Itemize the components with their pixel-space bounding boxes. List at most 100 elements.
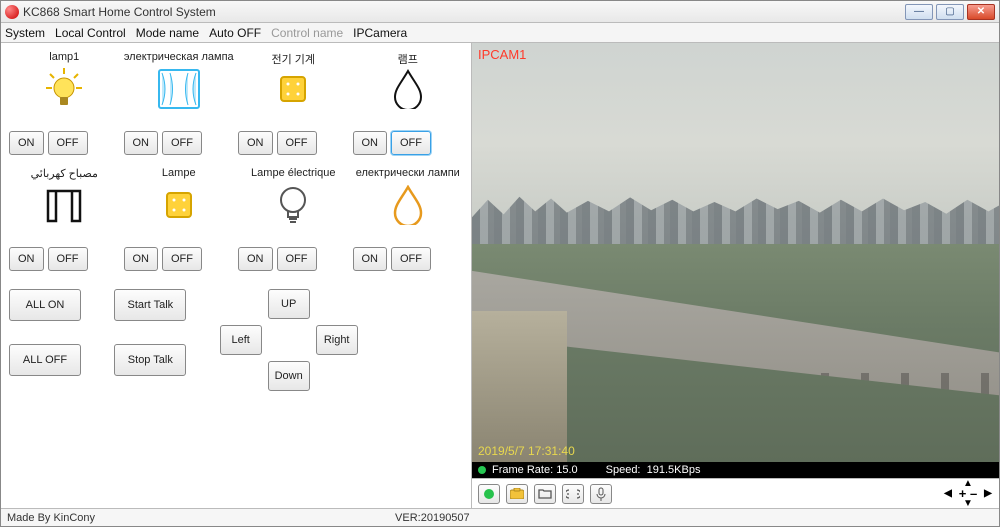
- left-button[interactable]: Left: [220, 325, 262, 355]
- device-cell: lamp1: [9, 51, 120, 117]
- stop-talk-cell: Stop Talk: [114, 344, 215, 391]
- dpad-cell: UP Left Right Down: [220, 289, 358, 391]
- drop-outline-icon: [386, 67, 430, 111]
- minimize-button[interactable]: —: [905, 4, 933, 20]
- square-icon: [271, 67, 315, 111]
- pan-left-icon[interactable]: ◀: [944, 488, 952, 499]
- menu-mode-name[interactable]: Mode name: [136, 26, 199, 40]
- titlebar: KC868 Smart Home Control System — ▢ ✕: [1, 1, 999, 23]
- all-off-cell: ALL OFF: [9, 344, 110, 391]
- folder-button[interactable]: [534, 484, 556, 504]
- window-buttons: — ▢ ✕: [905, 4, 995, 20]
- gate-icon: [42, 183, 86, 227]
- up-button[interactable]: UP: [268, 289, 310, 319]
- off-button[interactable]: OFF: [48, 247, 88, 271]
- device-label: електрически лампи: [356, 167, 460, 181]
- dpad: UP Left Right Down: [220, 289, 358, 391]
- stop-talk-button[interactable]: Stop Talk: [114, 344, 186, 376]
- controls-panel: lamp1 электри: [1, 43, 471, 508]
- frame-rate-value: 15.0: [556, 464, 577, 476]
- mic-button[interactable]: [590, 484, 612, 504]
- start-talk-button[interactable]: Start Talk: [114, 289, 186, 321]
- device-label: Lampe électrique: [251, 167, 335, 181]
- device-grid: lamp1 электри: [9, 51, 463, 281]
- off-button[interactable]: OFF: [391, 131, 431, 155]
- device-label: электрическая лампа: [124, 51, 234, 65]
- on-button[interactable]: ON: [238, 247, 273, 271]
- frame-rate-label: Frame Rate:: [492, 464, 553, 476]
- speed-label: Speed:: [606, 464, 641, 476]
- all-on-cell: ALL ON: [9, 289, 110, 336]
- camera-status-bar: Frame Rate: 15.0 Speed: 191.5KBps: [472, 462, 999, 478]
- camera-panel: IPCAM1 2019/5/7 17:31:40 Frame Rate: 15.…: [471, 43, 999, 508]
- right-button[interactable]: Right: [316, 325, 358, 355]
- off-button[interactable]: OFF: [277, 247, 317, 271]
- menu-system[interactable]: System: [5, 26, 45, 40]
- start-talk-cell: Start Talk: [114, 289, 215, 336]
- down-button[interactable]: Down: [268, 361, 310, 391]
- menu-auto-off[interactable]: Auto OFF: [209, 26, 261, 40]
- menu-ip-camera[interactable]: IPCamera: [353, 26, 407, 40]
- device-label: مصباح كهربائي: [31, 167, 98, 181]
- onoff-row: ON OFF: [353, 247, 464, 271]
- zoom-control: ▲ ◀ + – ▶ ▼: [943, 480, 993, 508]
- menubar: System Local Control Mode name Auto OFF …: [1, 23, 999, 43]
- bulb-lit-icon: [42, 67, 86, 111]
- device-label: Lampe: [162, 167, 196, 181]
- record-button[interactable]: [478, 484, 500, 504]
- menu-local-control[interactable]: Local Control: [55, 26, 126, 40]
- onoff-row: ON OFF: [238, 247, 349, 271]
- on-button[interactable]: ON: [238, 131, 273, 155]
- on-button[interactable]: ON: [353, 131, 388, 155]
- on-button[interactable]: ON: [124, 131, 159, 155]
- device-cell: электрическая лампа: [124, 51, 235, 117]
- on-button[interactable]: ON: [9, 247, 44, 271]
- app-icon: [5, 5, 19, 19]
- snapshot-button[interactable]: [506, 484, 528, 504]
- onoff-row: ON OFF: [124, 247, 235, 271]
- off-button[interactable]: OFF: [162, 247, 202, 271]
- menu-control-name[interactable]: Control name: [271, 26, 343, 40]
- off-button[interactable]: OFF: [391, 247, 431, 271]
- device-cell: Lampe électrique: [238, 167, 349, 233]
- speed-value: 191.5KBps: [647, 464, 701, 476]
- square-icon: [157, 183, 201, 227]
- audio-button[interactable]: [562, 484, 584, 504]
- on-button[interactable]: ON: [9, 131, 44, 155]
- curtain-icon: [157, 67, 201, 111]
- on-button[interactable]: ON: [124, 247, 159, 271]
- drop-orange-icon: [386, 183, 430, 227]
- camera-toolbar: ▲ ◀ + – ▶ ▼: [472, 478, 999, 508]
- all-on-button[interactable]: ALL ON: [9, 289, 81, 321]
- device-label: 전기 기계: [271, 51, 315, 65]
- camera-view[interactable]: IPCAM1 2019/5/7 17:31:40: [472, 43, 999, 462]
- window-title: KC868 Smart Home Control System: [23, 5, 905, 19]
- onoff-row: ON OFF: [353, 131, 464, 155]
- bulb-outline-icon: [271, 183, 315, 227]
- camera-timestamp: 2019/5/7 17:31:40: [478, 444, 575, 458]
- made-by-label: Made By KinCony: [7, 512, 95, 524]
- onoff-row: ON OFF: [238, 131, 349, 155]
- onoff-row: ON OFF: [124, 131, 235, 155]
- app-window: KC868 Smart Home Control System — ▢ ✕ Sy…: [0, 0, 1000, 527]
- device-cell: Lampe: [124, 167, 235, 233]
- camera-label: IPCAM1: [478, 47, 526, 62]
- device-label: lamp1: [49, 51, 79, 65]
- statusbar: Made By KinCony VER:20190507: [1, 508, 999, 526]
- device-cell: 램프: [353, 51, 464, 117]
- off-button[interactable]: OFF: [48, 131, 88, 155]
- bottom-controls: ALL ON Start Talk UP Left Right Down ALL…: [9, 289, 463, 391]
- version-label: VER:20190507: [395, 512, 470, 524]
- content: lamp1 электри: [1, 43, 999, 508]
- pan-right-icon[interactable]: ▶: [984, 488, 992, 499]
- close-button[interactable]: ✕: [967, 4, 995, 20]
- device-cell: електрически лампи: [353, 167, 464, 233]
- on-button[interactable]: ON: [353, 247, 388, 271]
- off-button[interactable]: OFF: [277, 131, 317, 155]
- device-cell: مصباح كهربائي: [9, 167, 120, 233]
- all-off-button[interactable]: ALL OFF: [9, 344, 81, 376]
- off-button[interactable]: OFF: [162, 131, 202, 155]
- device-label: 램프: [398, 51, 418, 65]
- onoff-row: ON OFF: [9, 131, 120, 155]
- maximize-button[interactable]: ▢: [936, 4, 964, 20]
